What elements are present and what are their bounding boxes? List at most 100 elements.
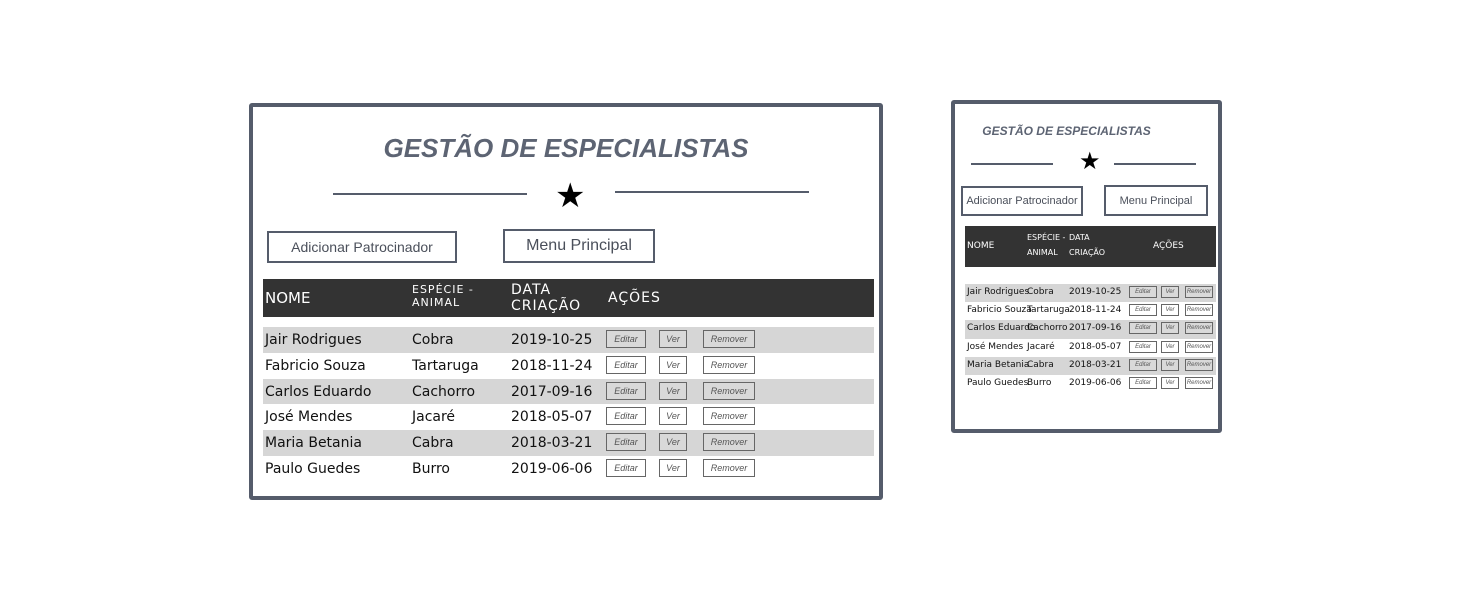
cell-data: 2018-03-21: [511, 435, 593, 452]
edit-button[interactable]: Editar: [606, 407, 646, 426]
view-button[interactable]: Ver: [659, 459, 687, 477]
col-acoes-small: AÇÕES: [1153, 241, 1184, 251]
add-sponsor-button-small[interactable]: Adicionar Patrocinador: [961, 186, 1083, 216]
cell-nome: Fabricio Souza: [265, 357, 366, 374]
view-button[interactable]: Ver: [659, 355, 687, 374]
table-row: Jair Rodrigues Cobra 2019-10-25 Editar Ver Re…: [965, 284, 1216, 303]
remove-button[interactable]: Remover: [1185, 340, 1213, 353]
table-row: Paulo Guedes Burro 2019-06-06 Editar Ver Remo…: [965, 375, 1216, 393]
view-button[interactable]: Ver: [659, 407, 687, 426]
cell-especie: Tartaruga: [412, 357, 479, 374]
table-header-small: NOME ESPÉCIE - ANIMAL DATA CRIAÇÃO AÇÕES: [965, 226, 1216, 267]
cell-especie: Burro: [412, 461, 451, 477]
cell-nome: Carlos Eduardo: [265, 383, 372, 400]
table-row: Fabricio Souza Tartaruga 2018-11-24 Editar V…: [263, 353, 874, 379]
cell-especie: Jacaré: [412, 409, 456, 426]
cell-nome: Jair Rodrigues: [967, 287, 1030, 297]
edit-button[interactable]: Editar: [606, 330, 646, 348]
cell-nome: Paulo Guedes: [967, 378, 1029, 388]
col-especie-small: ESPÉCIE - ANIMAL: [1027, 233, 1066, 258]
star-icon: ★: [555, 177, 586, 215]
table-row: José Mendes Jacaré 2018-05-07 Editar Ver Remo…: [263, 404, 874, 430]
cell-especie: Burro: [1027, 378, 1052, 388]
cell-nome: Paulo Guedes: [265, 461, 361, 477]
edit-button[interactable]: Editar: [606, 433, 646, 452]
table-row: Jair Rodrigues Cobra 2019-10-25 Editar Ver Re…: [263, 327, 874, 353]
view-button[interactable]: Ver: [659, 433, 687, 452]
cell-data: 2017-09-16: [1069, 323, 1122, 334]
remove-button[interactable]: Remover: [1185, 304, 1213, 317]
table-row: Carlos Eduardo Cachorro 2017-09-16 Editar Ve…: [965, 320, 1216, 339]
table-header: NOME ESPÉCIE - ANIMAL DATA CRIAÇÃO AÇÕES: [263, 279, 874, 317]
remove-button[interactable]: Remover: [703, 407, 755, 426]
edit-button[interactable]: Editar: [606, 355, 646, 374]
cell-especie: Cobra: [412, 332, 454, 348]
remove-button[interactable]: Remover: [703, 355, 755, 374]
edit-button[interactable]: Editar: [1129, 304, 1157, 317]
main-menu-button[interactable]: Menu Principal: [503, 229, 655, 263]
remove-button[interactable]: Remover: [1185, 286, 1213, 298]
title-divider-right-small: [1114, 163, 1196, 165]
view-button[interactable]: Ver: [1161, 377, 1179, 389]
cell-nome: Carlos Eduardo: [967, 323, 1036, 334]
view-button[interactable]: Ver: [1161, 340, 1179, 353]
cell-nome: José Mendes: [265, 409, 353, 426]
remove-button[interactable]: Remover: [703, 433, 755, 452]
cell-data: 2018-05-07: [511, 409, 593, 426]
edit-button[interactable]: Editar: [1129, 286, 1157, 298]
cell-data: 2018-11-24: [1069, 305, 1122, 316]
remove-button[interactable]: Remover: [1185, 358, 1213, 371]
remove-button[interactable]: Remover: [703, 381, 755, 400]
edit-button[interactable]: Editar: [606, 381, 646, 400]
cell-data: 2019-06-06: [511, 461, 593, 477]
table-row: Fabricio Souza Tartaruga 2018-11-24 Editar V…: [965, 302, 1216, 320]
title-divider-right: [615, 191, 809, 193]
remove-button[interactable]: Remover: [1185, 377, 1213, 389]
table-row: Carlos Eduardo Cachorro 2017-09-16 Editar Ve…: [263, 378, 874, 405]
cell-especie: Cabra: [1027, 359, 1054, 370]
cell-nome: Jair Rodrigues: [265, 332, 362, 348]
cell-data: 2019-10-25: [511, 332, 593, 348]
mobile-frame: GESTÃO DE ESPECIALISTAS ★ Adicionar Patr…: [951, 100, 1222, 433]
cell-especie: Tartaruga: [1027, 305, 1070, 316]
cell-nome: Fabricio Souza: [967, 305, 1032, 316]
cell-data: 2019-10-25: [1069, 287, 1122, 297]
view-button[interactable]: Ver: [659, 330, 687, 348]
col-especie: ESPÉCIE - ANIMAL: [412, 283, 474, 309]
add-sponsor-button[interactable]: Adicionar Patrocinador: [267, 231, 457, 263]
cell-nome: José Mendes: [967, 341, 1024, 352]
table-row: Maria Betania Cabra 2018-03-21 Editar Ver Rem…: [263, 430, 874, 456]
edit-button[interactable]: Editar: [1129, 358, 1157, 371]
table-row: Paulo Guedes Burro 2019-06-06 Editar Ver Remo…: [263, 456, 874, 482]
view-button[interactable]: Ver: [1161, 358, 1179, 371]
view-button[interactable]: Ver: [1161, 304, 1179, 317]
table-row: Maria Betania Cabra 2018-03-21 Editar Ver Rem…: [965, 356, 1216, 375]
cell-data: 2018-03-21: [1069, 359, 1122, 370]
remove-button[interactable]: Remover: [703, 459, 755, 477]
cell-data: 2019-06-06: [1069, 378, 1122, 388]
star-icon: ★: [1079, 148, 1101, 175]
view-button[interactable]: Ver: [1161, 322, 1179, 335]
cell-especie: Jacaré: [1027, 341, 1055, 352]
cell-especie: Cabra: [412, 435, 454, 452]
view-button[interactable]: Ver: [1161, 286, 1179, 298]
cell-nome: Maria Betania: [967, 359, 1030, 370]
col-nome: NOME: [265, 289, 311, 307]
cell-especie: Cobra: [1027, 287, 1054, 297]
page-title-small: GESTÃO DE ESPECIALISTAS: [982, 124, 1151, 138]
main-menu-button-small[interactable]: Menu Principal: [1104, 185, 1208, 216]
page-title: GESTÃO DE ESPECIALISTAS: [383, 133, 749, 163]
cell-data: 2018-05-07: [1069, 341, 1122, 352]
view-button[interactable]: Ver: [659, 381, 687, 400]
title-divider-left-small: [971, 163, 1053, 165]
edit-button[interactable]: Editar: [1129, 340, 1157, 353]
remove-button[interactable]: Remover: [1185, 322, 1213, 335]
col-nome-small: NOME: [967, 241, 995, 251]
cell-data: 2018-11-24: [511, 357, 593, 374]
cell-data: 2017-09-16: [511, 383, 593, 400]
remove-button[interactable]: Remover: [703, 330, 755, 348]
cell-especie: Cachorro: [1027, 323, 1068, 334]
edit-button[interactable]: Editar: [1129, 377, 1157, 389]
edit-button[interactable]: Editar: [1129, 322, 1157, 335]
edit-button[interactable]: Editar: [606, 459, 646, 477]
